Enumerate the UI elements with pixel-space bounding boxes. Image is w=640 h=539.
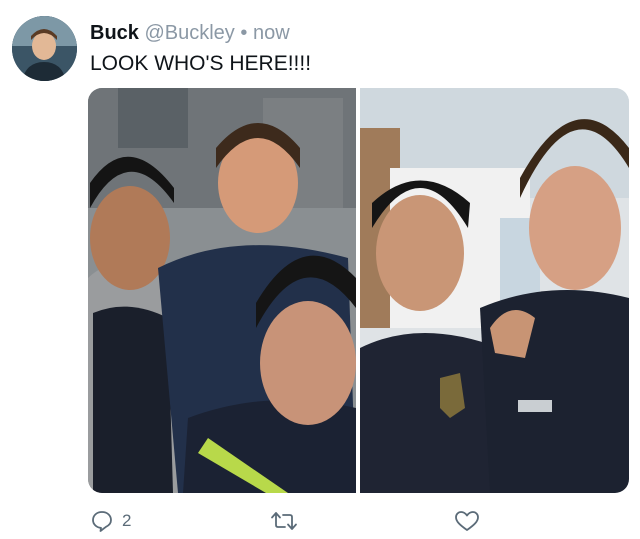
user-handle[interactable]: @Buckley: [144, 22, 234, 44]
tweet-header: Buck @Buckley • now: [90, 20, 290, 46]
media-grid: [88, 88, 629, 493]
heart-outline-icon: [455, 511, 479, 531]
tweet-text: LOOK WHO'S HERE!!!!: [90, 52, 312, 75]
like-button[interactable]: [454, 509, 480, 533]
avatar-photo: [12, 16, 77, 81]
reply-count: 2: [122, 511, 132, 530]
speech-bubble-icon: [92, 511, 112, 532]
two-officers-image: [360, 88, 629, 493]
action-bar: 2: [0, 505, 640, 539]
timestamp[interactable]: now: [253, 22, 290, 44]
separator-dot: •: [240, 22, 248, 44]
group-selfie-image: [88, 88, 356, 493]
reply-button[interactable]: 2: [90, 509, 131, 533]
retweet-arrows-icon: [271, 512, 297, 530]
display-name[interactable]: Buck: [90, 22, 139, 44]
avatar[interactable]: [12, 16, 77, 81]
photo-right[interactable]: [360, 88, 629, 493]
retweet-button[interactable]: [270, 509, 298, 533]
photo-left[interactable]: [88, 88, 356, 493]
